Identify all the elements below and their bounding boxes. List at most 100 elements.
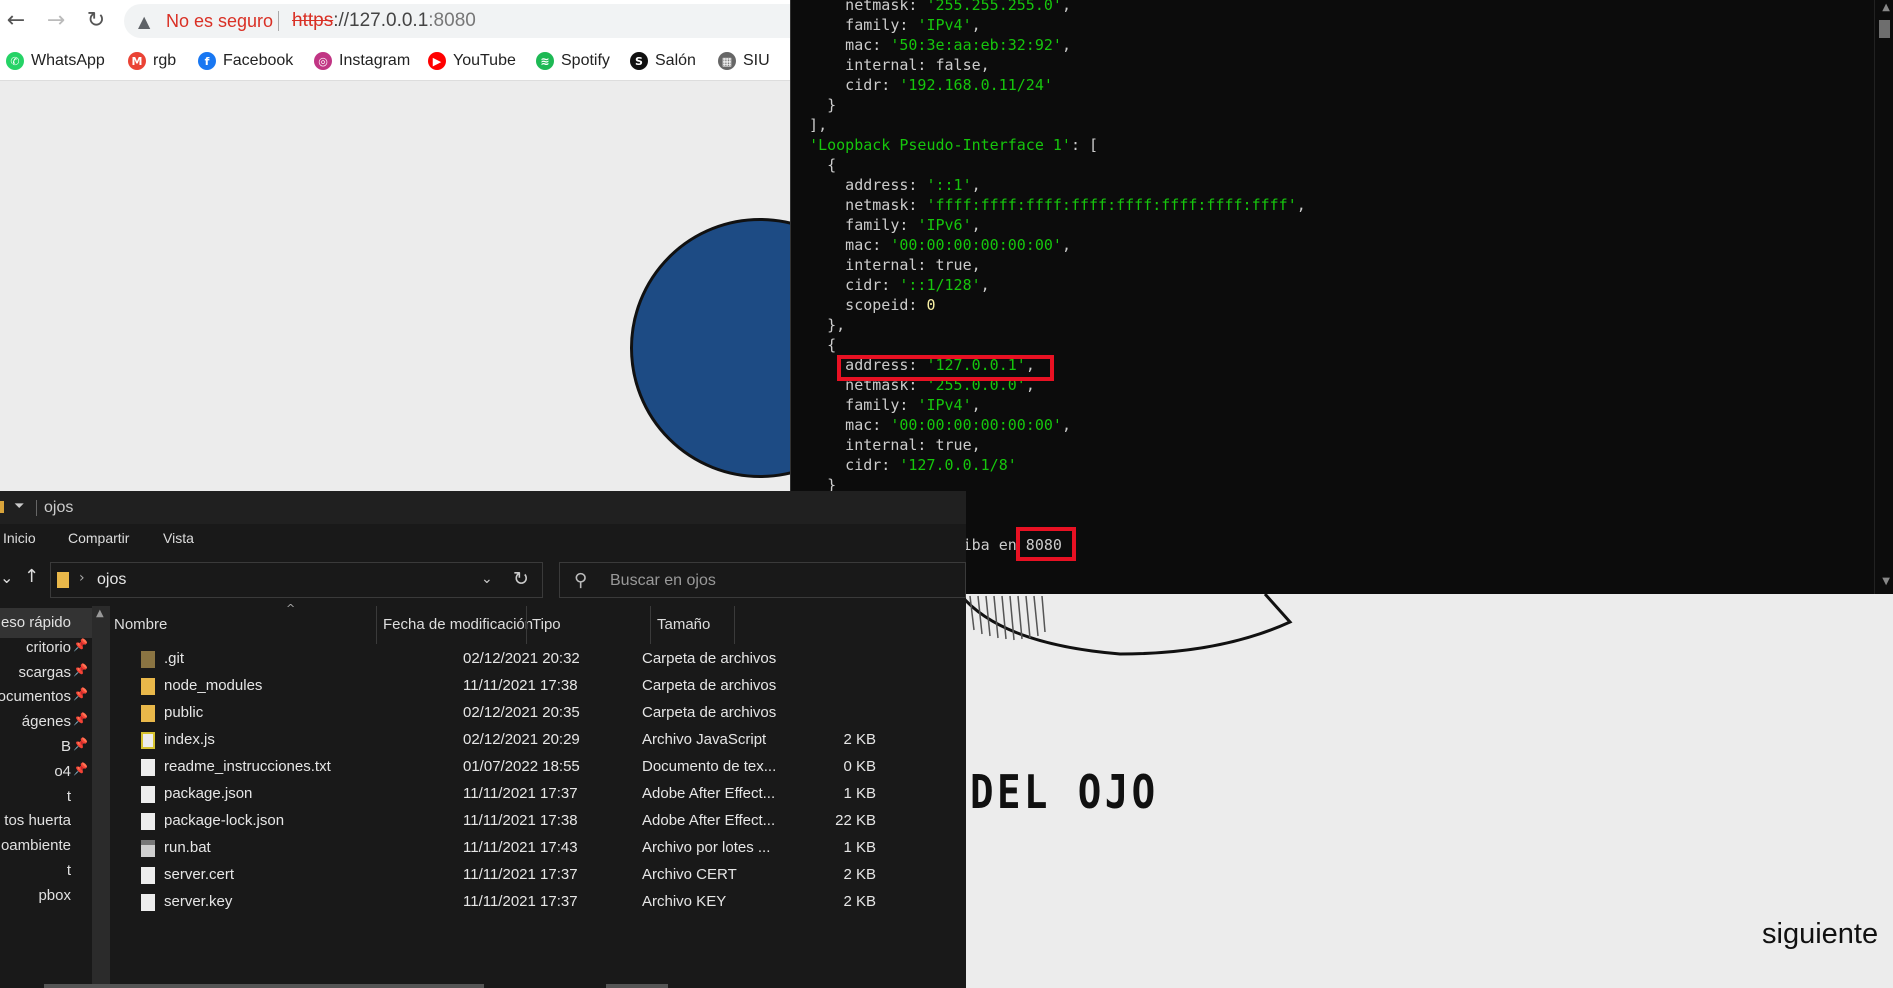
breadcrumb[interactable]: ojos	[97, 571, 126, 589]
nav-item-label: critorio	[25, 638, 71, 656]
pin-icon[interactable]: 📌	[73, 663, 88, 677]
terminal-text: ,	[971, 16, 981, 34]
bookmark-whatsapp[interactable]: ✆ WhatsApp	[6, 50, 105, 72]
terminal-text: '::1'	[926, 176, 972, 194]
column-divider[interactable]	[734, 606, 735, 644]
file-icon	[141, 894, 155, 911]
bookmark-instagram[interactable]: ◎ Instagram	[314, 50, 410, 72]
bookmark-label: Salón	[655, 52, 696, 69]
file-row[interactable]: index.js 02/12/2021 20:29 Archivo JavaScri…	[110, 727, 876, 754]
file-row[interactable]: run.bat 11/11/2021 17:43 Archivo por lotes…	[110, 835, 876, 862]
file-row[interactable]: node_modules 11/11/2021 17:38 Carpeta de a…	[110, 673, 870, 700]
explorer-address-row: ⌄ ↑ › ojos ⌄ ↻ ⚲	[0, 554, 966, 606]
terminal-text: '::1/128'	[899, 276, 981, 294]
file-type: Archivo KEY	[642, 893, 727, 910]
terminal-text: mac:	[791, 416, 891, 434]
forward-arrow-icon[interactable]: →	[42, 6, 70, 34]
next-link[interactable]: siguiente	[1762, 918, 1878, 951]
scroll-up-icon[interactable]: ▲	[96, 608, 104, 619]
bookmark-rgb[interactable]: Mrgb	[128, 50, 176, 72]
terminal-text: netmask:	[791, 196, 927, 214]
back-arrow-icon[interactable]: ←	[2, 6, 30, 34]
column-divider[interactable]	[650, 606, 651, 644]
nav-item[interactable]: pbox	[0, 881, 92, 911]
column-header-size[interactable]: Tamaño	[657, 616, 710, 633]
column-header-type[interactable]: Tipo	[532, 616, 561, 633]
bookmark-youtube[interactable]: ▶ YouTube	[428, 50, 516, 72]
horizontal-scrollbar[interactable]	[44, 984, 484, 988]
pin-icon[interactable]: 📌	[73, 687, 88, 701]
file-icon	[141, 867, 155, 884]
terminal-text: internal: false,	[791, 56, 990, 74]
bookmark-siu[interactable]: ▦ SIU	[718, 50, 770, 72]
quick-access-toolbar-icon[interactable]: ⏷	[14, 499, 24, 514]
url-host: ://127.0.0.1	[333, 10, 429, 31]
warning-icon[interactable]: ▲	[138, 12, 150, 31]
file-row[interactable]: .git 02/12/2021 20:32 Carpeta de archivos	[110, 646, 870, 673]
terminal-text: cidr:	[791, 76, 900, 94]
nav-pane-scrollbar[interactable]: ▲	[92, 606, 110, 988]
file-date: 11/11/2021 17:43	[463, 839, 578, 856]
column-divider[interactable]	[376, 606, 377, 644]
file-date: 11/11/2021 17:38	[463, 812, 578, 829]
refresh-icon[interactable]: ↻	[513, 568, 529, 590]
security-status[interactable]: No es seguro	[166, 11, 273, 32]
file-row[interactable]: server.key 11/11/2021 17:37 Archivo KEY 2 K…	[110, 889, 876, 916]
horizontal-scrollbar-thumb[interactable]	[606, 984, 668, 988]
column-headers: ^ Nombre Fecha de modificación Tipo Tama…	[110, 602, 966, 644]
breadcrumb-chevron-icon[interactable]: ›	[79, 570, 85, 586]
file-row[interactable]: readme_instrucciones.txt 01/07/2022 18:55…	[110, 754, 876, 781]
file-row[interactable]: package-lock.json 11/11/2021 17:38 Adobe A…	[110, 808, 876, 835]
column-divider[interactable]	[526, 606, 527, 644]
terminal-text: ,	[971, 216, 981, 234]
column-header-name[interactable]: Nombre	[114, 616, 167, 633]
folder-icon	[141, 705, 155, 722]
terminal-text: cidr:	[791, 456, 900, 474]
terminal-scrollbar[interactable]: ▲ ▼	[1874, 0, 1893, 594]
search-input[interactable]	[608, 569, 912, 593]
url-text[interactable]: https://127.0.0.1:8080	[292, 10, 476, 32]
file-row[interactable]: package.json 11/11/2021 17:37 Adobe After …	[110, 781, 876, 808]
tab-inicio[interactable]: Inicio	[3, 530, 36, 546]
titlebar-divider	[36, 500, 37, 516]
column-header-date[interactable]: Fecha de modificación	[383, 616, 533, 633]
bookmark-saln[interactable]: S Salón	[630, 50, 696, 72]
folder-icon	[141, 678, 155, 695]
nav-item-label: pbox	[38, 886, 71, 904]
pin-icon[interactable]: 📌	[73, 762, 88, 776]
folder-icon	[57, 572, 69, 588]
search-icon: ⚲	[574, 570, 588, 591]
tab-compartir[interactable]: Compartir	[68, 530, 129, 546]
address-bar[interactable]: ▲ No es seguro https://127.0.0.1:8080	[124, 4, 824, 38]
terminal-text: '192.168.0.11/24'	[899, 76, 1053, 94]
scrollbar-thumb[interactable]	[1879, 20, 1890, 38]
tab-vista[interactable]: Vista	[163, 530, 194, 546]
explorer-titlebar: ⏷ ojos	[0, 491, 966, 524]
pin-icon[interactable]: 📌	[73, 737, 88, 751]
scroll-up-icon[interactable]: ▲	[1882, 2, 1890, 13]
terminal-line: {	[791, 336, 836, 354]
folder-icon	[141, 651, 155, 668]
terminal-text: family:	[791, 16, 918, 34]
pin-icon[interactable]: 📌	[73, 638, 88, 652]
nav-item-label: t	[66, 787, 71, 805]
gmail-icon: M	[128, 52, 146, 70]
terminal-text: ,	[1061, 0, 1071, 14]
terminal-text: 'Loopback Pseudo-Interface 1'	[809, 136, 1071, 154]
scroll-down-icon[interactable]: ▼	[1882, 576, 1890, 587]
file-row[interactable]: server.cert 11/11/2021 17:37 Archivo CERT 2…	[110, 862, 876, 889]
explorer-search[interactable]: ⚲	[559, 562, 966, 598]
bookmark-facebook[interactable]: f Facebook	[198, 50, 293, 72]
siu-icon: ▦	[718, 52, 736, 70]
terminal-text: address:	[791, 176, 927, 194]
up-arrow-icon[interactable]: ↑	[24, 566, 39, 587]
recent-locations-icon[interactable]: ⌄	[0, 568, 13, 587]
pin-icon[interactable]: 📌	[73, 712, 88, 726]
terminal-text: : [	[1070, 136, 1099, 154]
file-row[interactable]: public 02/12/2021 20:35 Carpeta de archivo…	[110, 700, 870, 727]
file-date: 11/11/2021 17:37	[463, 893, 578, 910]
explorer-address-bar[interactable]: › ojos ⌄ ↻	[50, 562, 543, 598]
reload-icon[interactable]: ↻	[82, 6, 110, 34]
bookmark-spotify[interactable]: ≋ Spotify	[536, 50, 610, 72]
chevron-down-icon[interactable]: ⌄	[481, 571, 493, 587]
